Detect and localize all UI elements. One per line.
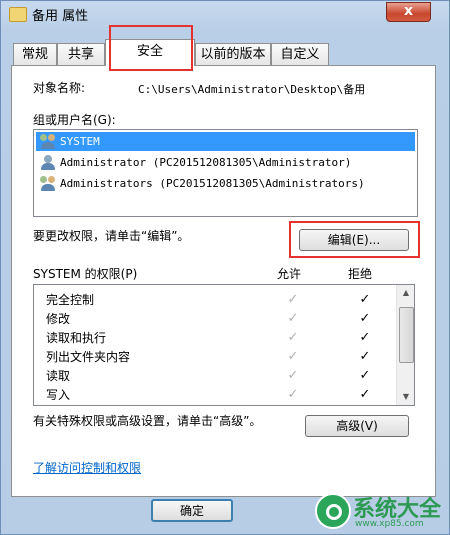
user-icon (40, 155, 56, 170)
advanced-button[interactable]: 高级(V) (305, 415, 409, 437)
group-name: Administrators (PC201512081305\Administr… (60, 177, 365, 190)
permissions-title: SYSTEM 的权限(P) (33, 267, 138, 281)
permission-name: 读取和执行 (46, 331, 107, 345)
deny-check-icon: ✓ (359, 368, 371, 383)
deny-check-icon: ✓ (359, 292, 371, 307)
permission-row: 修改 ✓ ✓ (34, 310, 396, 328)
tab-security[interactable]: 安全 (105, 39, 195, 66)
permission-name: 读取 (46, 369, 71, 383)
deny-check-icon: ✓ (359, 387, 371, 402)
window-title: 备用 属性 (32, 9, 89, 24)
watermark-logo: 系统大全 www.xp85.com (301, 489, 449, 535)
allow-check-icon: ✓ (287, 368, 299, 383)
edit-button[interactable]: 编辑(E)... (299, 229, 409, 251)
permission-row: 列出文件夹内容 ✓ ✓ (34, 348, 396, 366)
groups-listbox[interactable]: SYSTEM Administrator (PC201512081305\Adm… (33, 129, 418, 217)
allow-header: 允许 (277, 267, 302, 281)
close-button[interactable]: x (386, 2, 431, 22)
allow-check-icon: ✓ (287, 387, 299, 402)
watermark-url: www.xp85.com (355, 519, 424, 529)
ok-button[interactable]: 确定 (151, 499, 233, 522)
group-item-administrator[interactable]: Administrator (PC201512081305\Administra… (36, 153, 415, 172)
properties-window: 备用 属性 x 常规 共享 安全 以前的版本 自定义 对象名称: C:\User… (0, 0, 450, 535)
allow-check-icon: ✓ (287, 349, 299, 364)
access-control-link[interactable]: 了解访问控制和权限 (33, 459, 141, 476)
tab-customize[interactable]: 自定义 (271, 43, 329, 65)
allow-check-icon: ✓ (287, 292, 299, 307)
deny-check-icon: ✓ (359, 311, 371, 326)
tab-general[interactable]: 常规 (13, 43, 57, 65)
allow-check-icon: ✓ (287, 330, 299, 345)
groups-label: 组或用户名(G): (33, 113, 116, 127)
permissions-scrollbar[interactable]: ▲ ▼ (396, 285, 414, 405)
scroll-thumb[interactable] (399, 307, 414, 363)
permission-name: 完全控制 (46, 293, 95, 307)
permission-row: 写入 ✓ ✓ (34, 386, 396, 404)
permission-name: 写入 (46, 388, 71, 402)
object-name-label: 对象名称: (33, 81, 86, 95)
tab-previous-versions[interactable]: 以前的版本 (195, 43, 271, 65)
deny-check-icon: ✓ (359, 349, 371, 364)
folder-icon (9, 7, 27, 22)
allow-check-icon: ✓ (287, 311, 299, 326)
scroll-down-icon[interactable]: ▼ (397, 389, 414, 405)
permission-name: 列出文件夹内容 (46, 350, 131, 364)
permission-name: 修改 (46, 312, 71, 326)
permissions-listbox: 完全控制 ✓ ✓ 修改 ✓ ✓ 读取和执行 ✓ ✓ 列出文件夹内容 ✓ ✓ 读取… (33, 284, 415, 406)
permission-row: 读取和执行 ✓ ✓ (34, 329, 396, 347)
edit-hint: 要更改权限，请单击“编辑”。 (33, 229, 190, 243)
deny-header: 拒绝 (348, 267, 373, 281)
advanced-hint: 有关特殊权限或高级设置，请单击“高级”。 (33, 414, 262, 428)
object-path: C:\Users\Administrator\Desktop\备用 (138, 83, 366, 96)
group-item-system[interactable]: SYSTEM (36, 132, 415, 151)
group-name: Administrator (PC201512081305\Administra… (60, 156, 352, 169)
permission-row: 读取 ✓ ✓ (34, 367, 396, 385)
group-name: SYSTEM (60, 135, 100, 148)
logo-icon (315, 493, 351, 529)
scroll-up-icon[interactable]: ▲ (397, 285, 414, 301)
users-icon (40, 134, 56, 149)
deny-check-icon: ✓ (359, 330, 371, 345)
tab-sharing[interactable]: 共享 (57, 43, 105, 65)
group-item-administrators[interactable]: Administrators (PC201512081305\Administr… (36, 174, 415, 193)
permission-row: 完全控制 ✓ ✓ (34, 291, 396, 309)
users-icon (40, 176, 56, 191)
